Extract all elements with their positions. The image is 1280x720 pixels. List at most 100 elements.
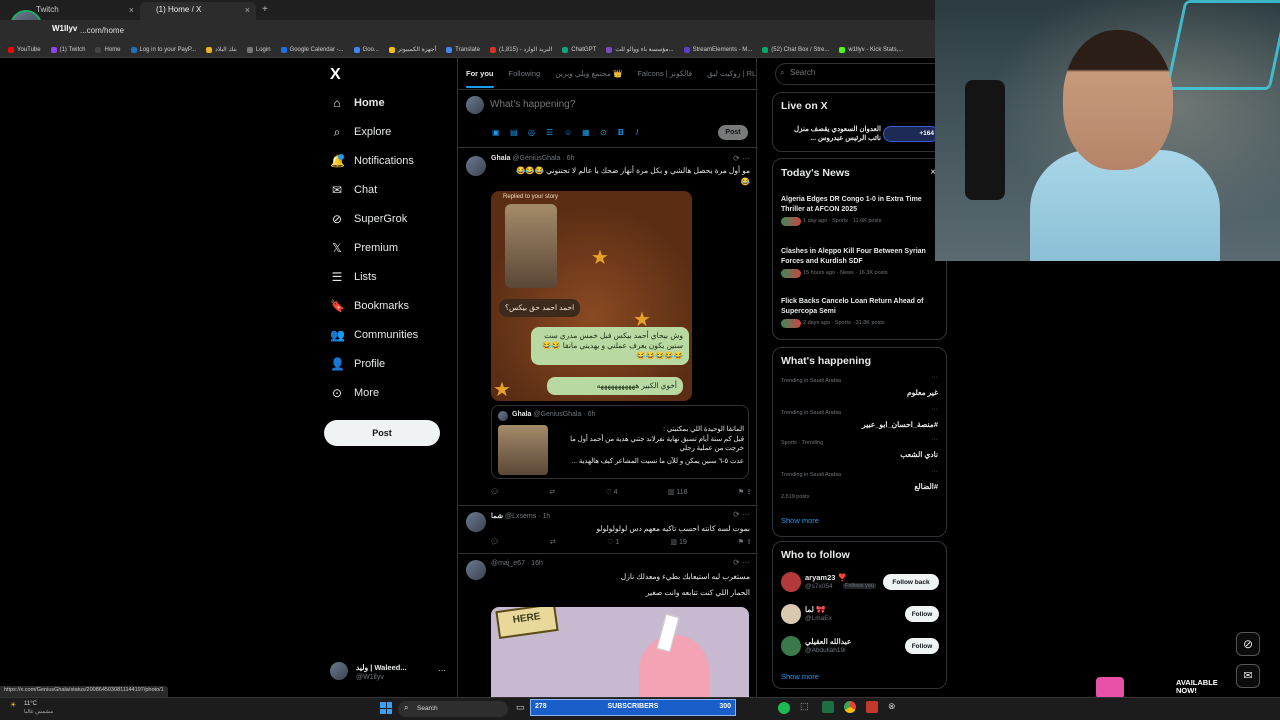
new-tab-button[interactable]: + xyxy=(262,4,268,15)
like-button[interactable]: ♡ 4 xyxy=(605,488,617,496)
avatar[interactable] xyxy=(781,636,801,656)
sidebar-item-explore[interactable]: ⌕ Explore xyxy=(330,121,392,143)
bookmark-item[interactable]: البريد الوارد - (1,815) xyxy=(489,46,552,53)
retweet-icon[interactable]: ⇄ xyxy=(550,538,556,546)
news-headline[interactable]: Flick Backs Cancelo Loan Return Ahead of… xyxy=(781,297,941,317)
bookmark-item[interactable]: Google Calendar -... xyxy=(280,46,344,53)
more-dots-icon[interactable]: ⟳ ··· xyxy=(733,510,750,519)
bookmark-share[interactable]: ⚑ ⇪ xyxy=(738,538,752,546)
tweet-image[interactable]: HERE xyxy=(491,607,749,699)
author-name[interactable]: شما xyxy=(491,513,503,520)
chrome-icon[interactable] xyxy=(844,701,856,713)
url-field[interactable]: ...com/home xyxy=(80,26,124,35)
trend-name[interactable]: نادي الشعب xyxy=(900,450,938,459)
follow-button[interactable]: Follow xyxy=(905,638,939,654)
sidebar-item-notifications[interactable]: 🔔 Notifications xyxy=(330,150,414,172)
image-icon[interactable]: ▣ xyxy=(492,128,500,137)
tab-feed-4[interactable]: روكيت ليق | RL xyxy=(707,69,756,78)
news-headline[interactable]: Algeria Edges DR Congo 1-0 in Extra Time… xyxy=(781,195,941,215)
more-dots-icon[interactable]: ··· xyxy=(931,436,938,443)
compose-input[interactable] xyxy=(490,99,710,110)
grok-icon[interactable]: ◎ xyxy=(528,128,535,137)
avatar[interactable] xyxy=(781,604,801,624)
sidebar-item-more[interactable]: ⊙ More xyxy=(330,382,379,404)
follow-back-button[interactable]: Follow back xyxy=(883,574,939,590)
app-icon[interactable] xyxy=(866,701,878,713)
schedule-icon[interactable]: ▦ xyxy=(582,128,590,137)
italic-icon[interactable]: I xyxy=(636,128,638,137)
bookmark-item[interactable]: Goo... xyxy=(353,46,379,53)
bookmark-item[interactable]: أجهزة الكمبيوتر xyxy=(388,46,436,53)
more-dots-icon[interactable]: ⟳ ··· xyxy=(733,154,750,163)
tab-feed-3[interactable]: Falcons | فالكونز xyxy=(637,69,692,78)
excel-icon[interactable] xyxy=(822,701,834,713)
bookmark-item[interactable]: w1llyv - Kick Stats,... xyxy=(839,46,903,53)
follow-name[interactable]: لما 🎀 xyxy=(805,605,825,614)
avatar[interactable] xyxy=(466,560,486,580)
messages-floating-icon[interactable]: ✉ xyxy=(1236,664,1260,688)
follow-button[interactable]: Follow xyxy=(905,606,939,622)
compose-post-button[interactable]: Post xyxy=(718,125,748,140)
sidebar-item-communities[interactable]: 👥 Communities xyxy=(330,324,418,346)
live-listeners-badge[interactable]: +164 xyxy=(883,126,939,142)
close-icon[interactable]: × xyxy=(129,5,134,15)
poll-icon[interactable]: ☰ xyxy=(546,128,553,137)
emoji-icon[interactable]: ☺ xyxy=(564,128,572,137)
tab-x-home[interactable]: (1) Home / X × xyxy=(140,2,256,20)
sidebar-item-premium[interactable]: 𝕏 Premium xyxy=(330,237,398,259)
avatar[interactable] xyxy=(781,572,801,592)
views-button[interactable]: ▥ 118 xyxy=(668,488,688,496)
tweet[interactable]: شما @Lxsems · 1h ⟳ ··· بموت لسه كانته اح… xyxy=(458,506,758,554)
search-box[interactable]: ⌕ xyxy=(775,63,945,85)
trend-name[interactable]: غير معلوم xyxy=(907,388,938,397)
show-more-link[interactable]: Show more xyxy=(781,516,819,525)
tweet-image[interactable]: Replied to your story ★ ★ ★ احمد احمد حق… xyxy=(491,191,692,401)
grok-floating-icon[interactable]: ⊘ xyxy=(1236,632,1260,656)
trend-name[interactable]: #منصة_احسان_ابو_عبير xyxy=(862,420,938,429)
bold-icon[interactable]: B xyxy=(618,128,624,137)
taskbar-search[interactable]: ⌕ Search xyxy=(398,701,508,717)
sidebar-item-home[interactable]: ⌂ Home xyxy=(330,92,384,114)
sidebar-item-chat[interactable]: ✉ Chat xyxy=(330,179,377,201)
bookmark-item[interactable]: بنك البلاد xyxy=(206,46,237,53)
like-button[interactable]: ♡ 1 xyxy=(607,538,619,546)
reply-icon[interactable]: 💬︎ xyxy=(490,538,499,546)
tab-feed-0[interactable]: For you xyxy=(466,69,494,88)
x-logo-icon[interactable]: X xyxy=(330,66,341,84)
bookmark-item[interactable]: Translate xyxy=(446,46,480,53)
retweet-icon[interactable]: ⇄ xyxy=(549,488,555,496)
author-name[interactable]: Ghala xyxy=(491,155,510,162)
tab-feed-2[interactable]: مجتمع وبلي وبرين 👑 xyxy=(555,69,622,78)
app-icon[interactable]: ⬚ xyxy=(800,701,809,712)
more-dots-icon[interactable]: ··· xyxy=(931,374,938,381)
follow-name[interactable]: عبدالله العقيلي xyxy=(805,637,851,646)
task-view-icon[interactable]: ▭ xyxy=(516,702,525,713)
bookmark-item[interactable]: (1) Twitch xyxy=(50,46,85,53)
search-input[interactable] xyxy=(790,68,940,77)
bookmark-share[interactable]: ⚑ ⇪ xyxy=(738,488,752,496)
location-icon[interactable]: ⊙ xyxy=(600,128,607,137)
follow-name[interactable]: aryam23 ❣️ xyxy=(805,573,847,582)
bookmark-item[interactable]: مؤسسة باء ووالو للت... xyxy=(606,46,674,53)
trend-name[interactable]: #الضالع xyxy=(914,482,938,491)
avatar[interactable] xyxy=(466,156,486,176)
more-dots-icon[interactable]: ··· xyxy=(931,406,938,413)
app-icon[interactable]: ⊗ xyxy=(888,701,896,712)
spotify-icon[interactable] xyxy=(778,702,790,714)
bookmark-item[interactable]: Home xyxy=(95,46,121,53)
windows-start-icon[interactable] xyxy=(380,702,392,714)
tweet[interactable]: Ghala @GeniusGhala · 6h ⟳ ··· مو أول مرة… xyxy=(458,148,758,506)
reply-icon[interactable]: 💬︎ xyxy=(490,488,499,496)
sidebar-item-supergrok[interactable]: ⊘ SuperGrok xyxy=(330,208,407,230)
sidebar-item-bookmarks[interactable]: 🔖 Bookmarks xyxy=(330,295,409,317)
bookmark-item[interactable]: YouTube xyxy=(8,46,41,53)
gif-icon[interactable]: ▤ xyxy=(510,128,518,137)
bookmark-item[interactable]: Log in to your PayP... xyxy=(130,46,196,53)
sidebar-item-lists[interactable]: ☰ Lists xyxy=(330,266,377,288)
more-dots-icon[interactable]: ··· xyxy=(931,468,938,475)
show-more-link[interactable]: Show more xyxy=(781,672,819,681)
close-icon[interactable]: × xyxy=(245,5,250,15)
sidebar-item-profile[interactable]: 👤 Profile xyxy=(330,353,385,375)
live-text[interactable]: العدوان السعودي يقصف منزل نائب الرئيس عي… xyxy=(781,125,881,143)
news-headline[interactable]: Clashes in Aleppo Kill Four Between Syri… xyxy=(781,247,941,267)
